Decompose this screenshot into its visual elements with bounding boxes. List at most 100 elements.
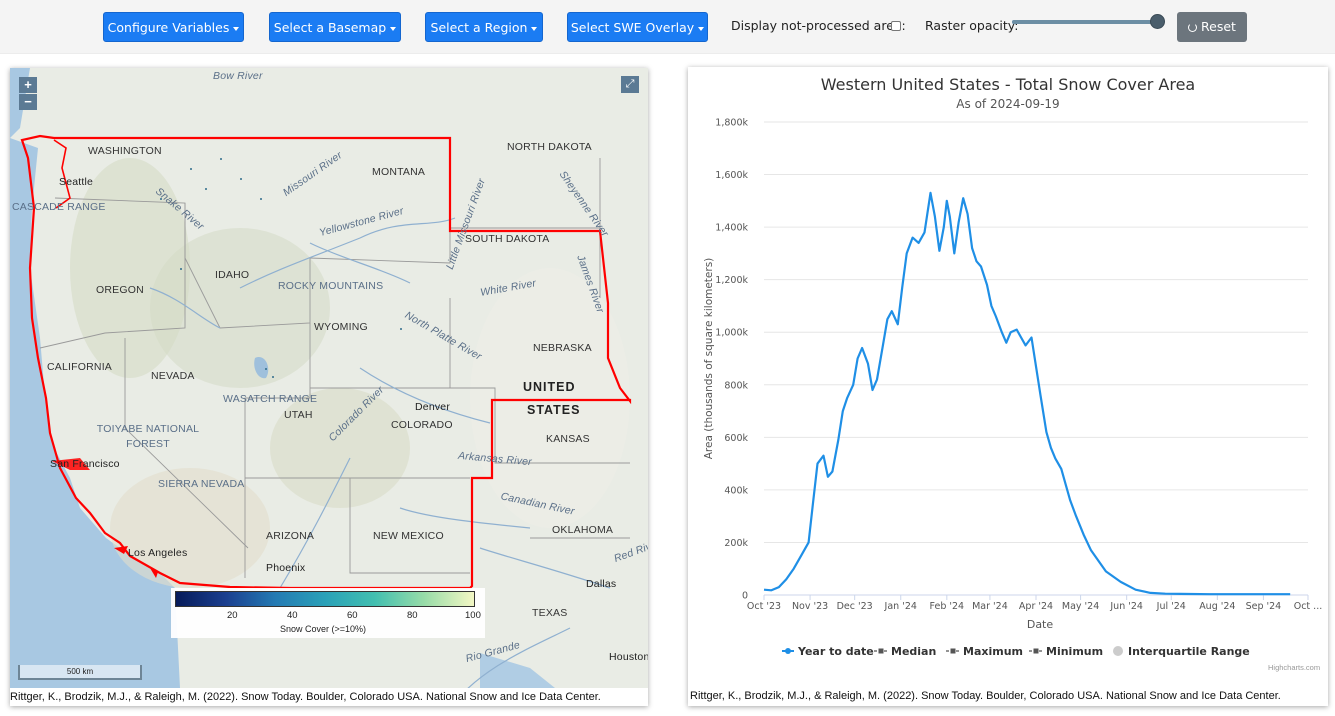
zoom-in-button[interactable]: + xyxy=(19,77,37,93)
legend-symbol-interquartile-range xyxy=(1113,646,1123,656)
legend-tick: 40 xyxy=(287,610,298,621)
map-label-state: OKLAHOMA xyxy=(552,524,614,536)
select-basemap-dropdown[interactable]: Select a Basemap xyxy=(269,12,401,42)
x-tick-label: Oct ... xyxy=(1294,601,1323,612)
map-label-place: TOIYABE NATIONAL FOREST xyxy=(96,423,200,450)
legend-marker-max xyxy=(950,648,956,654)
legend-label: Interquartile Range xyxy=(1128,645,1250,658)
legend-color-ramp xyxy=(175,591,475,607)
legend-label: Maximum xyxy=(963,645,1023,658)
map-panel: Bow River WASHINGTON MONTANA NORTH DAKOT… xyxy=(10,68,648,706)
x-tick-label: Dec '23 xyxy=(837,601,873,612)
reset-button[interactable]: Reset xyxy=(1177,12,1247,42)
scale-bar: 500 km xyxy=(18,665,142,680)
y-tick-label: 400k xyxy=(724,485,748,496)
map-label-place: WASATCH RANGE xyxy=(223,393,318,405)
y-tick-label: 1,600k xyxy=(715,170,748,181)
select-swe-overlay-label: Select SWE Overlay xyxy=(570,20,695,35)
map-label-state: COLORADO xyxy=(391,419,453,431)
map-label-state: UTAH xyxy=(284,409,313,421)
chart-panel: Western United States - Total Snow Cover… xyxy=(688,67,1328,706)
legend-marker-year-to-date xyxy=(785,648,791,654)
map-label-state: KANSAS xyxy=(546,433,590,445)
y-tick-label: 1,000k xyxy=(715,328,748,339)
not-processed-checkbox[interactable] xyxy=(891,21,901,31)
reset-label: Reset xyxy=(1201,19,1236,34)
map-label-state: NORTH DAKOTA xyxy=(507,141,592,153)
map-label-city: Phoenix xyxy=(266,562,306,574)
x-tick-label: May '24 xyxy=(1062,601,1099,612)
raster-opacity-slider[interactable] xyxy=(1150,14,1165,29)
map-label-place: SIERRA NEVADA xyxy=(158,478,245,490)
map-label-state: OREGON xyxy=(96,284,144,296)
x-tick-label: Sep '24 xyxy=(1246,601,1282,612)
map-label-state: SOUTH DAKOTA xyxy=(465,233,550,245)
map-label-state: NEVADA xyxy=(151,370,195,382)
x-tick-label: Nov '23 xyxy=(792,601,828,612)
legend-label: Median xyxy=(891,645,936,658)
map-citation: Rittger, K., Brodzik, M.J., & Raleigh, M… xyxy=(10,691,601,703)
configure-variables-dropdown[interactable]: Configure Variables xyxy=(103,12,244,42)
toolbar: Configure Variables Select a Basemap Sel… xyxy=(0,0,1335,54)
map-canvas[interactable]: Bow River WASHINGTON MONTANA NORTH DAKOT… xyxy=(10,68,648,688)
raster-opacity-label: Raster opacity: xyxy=(925,18,1019,33)
map-label-state: IDAHO xyxy=(215,269,250,281)
select-region-label: Select a Region xyxy=(430,20,528,35)
y-tick-label: 200k xyxy=(724,538,748,549)
configure-variables-label: Configure Variables xyxy=(107,20,230,35)
x-axis-title: Date xyxy=(1027,618,1054,631)
select-swe-overlay-dropdown[interactable]: Select SWE Overlay xyxy=(567,12,708,42)
caret-down-icon xyxy=(698,26,705,31)
snow-cover-legend: 20 40 60 80 100 Snow Cover (>=10%) xyxy=(171,588,485,638)
x-tick-label: Aug '24 xyxy=(1199,601,1235,612)
x-tick-label: Jun '24 xyxy=(1109,601,1143,612)
map-label-city: Denver xyxy=(415,401,451,413)
fullscreen-icon[interactable]: ⤢ xyxy=(621,76,639,93)
legend-label: Year to date xyxy=(797,645,874,658)
map-label-city: San Francisco xyxy=(50,458,120,470)
legend-label: Minimum xyxy=(1046,645,1103,658)
legend-marker-min xyxy=(1033,648,1039,654)
chart-citation: Rittger, K., Brodzik, M.J., & Raleigh, M… xyxy=(690,690,1281,702)
legend-tick: 100 xyxy=(465,610,481,621)
map-label-state: TEXAS xyxy=(532,607,568,619)
y-tick-label: 1,200k xyxy=(715,275,748,286)
map-label-state: NEW MEXICO xyxy=(373,530,444,542)
snow-cover-chart[interactable]: 0 200k 400k 600k 800k 1,000k 1,200k 1,400k 1,600… xyxy=(688,67,1328,667)
map-label-city: Los Angeles xyxy=(128,547,188,559)
x-tick-label: Feb '24 xyxy=(930,601,965,612)
highcharts-credits: Highcharts.com xyxy=(1268,663,1321,672)
map-label-city: Seattle xyxy=(59,176,94,188)
legend-marker-med xyxy=(878,648,884,654)
x-tick-label: Mar '24 xyxy=(972,601,1008,612)
map-label-place: Bow River xyxy=(213,70,263,82)
not-processed-label: Display not-processed area: xyxy=(731,18,906,33)
map-label-place: ROCKY MOUNTAINS xyxy=(278,280,384,292)
select-basemap-label: Select a Basemap xyxy=(273,20,387,35)
map-label-city: Houston xyxy=(609,651,648,663)
y-tick-label: 1,800k xyxy=(715,118,748,129)
map-label-place: CASCADE RANGE xyxy=(12,201,106,213)
caret-down-icon xyxy=(531,26,538,31)
y-tick-label: 0 xyxy=(742,591,748,602)
caret-down-icon xyxy=(233,26,240,31)
legend-tick: 60 xyxy=(347,610,358,621)
y-tick-label: 800k xyxy=(724,380,748,391)
zoom-out-button[interactable]: − xyxy=(19,94,37,110)
y-axis-title: Area (thousands of square kilometers) xyxy=(703,258,715,460)
x-tick-label: Apr '24 xyxy=(1019,601,1053,612)
year-to-date-line xyxy=(763,191,1291,596)
map-label-city: Dallas xyxy=(586,578,617,590)
map-label-state: CALIFORNIA xyxy=(47,361,113,373)
y-tick-label: 1,400k xyxy=(715,223,748,234)
map-label-state: WYOMING xyxy=(314,321,368,333)
select-region-dropdown[interactable]: Select a Region xyxy=(425,12,543,42)
raster-opacity-fill xyxy=(1012,20,1158,24)
caret-down-icon xyxy=(390,26,397,31)
legend-tick: 80 xyxy=(407,610,418,621)
map-label-country: STATES xyxy=(527,403,581,417)
x-tick-label: Oct '23 xyxy=(747,601,781,612)
map-label-country: UNITED xyxy=(523,380,576,394)
map-label-state: WASHINGTON xyxy=(88,145,162,157)
map-label-state: ARIZONA xyxy=(266,530,315,542)
